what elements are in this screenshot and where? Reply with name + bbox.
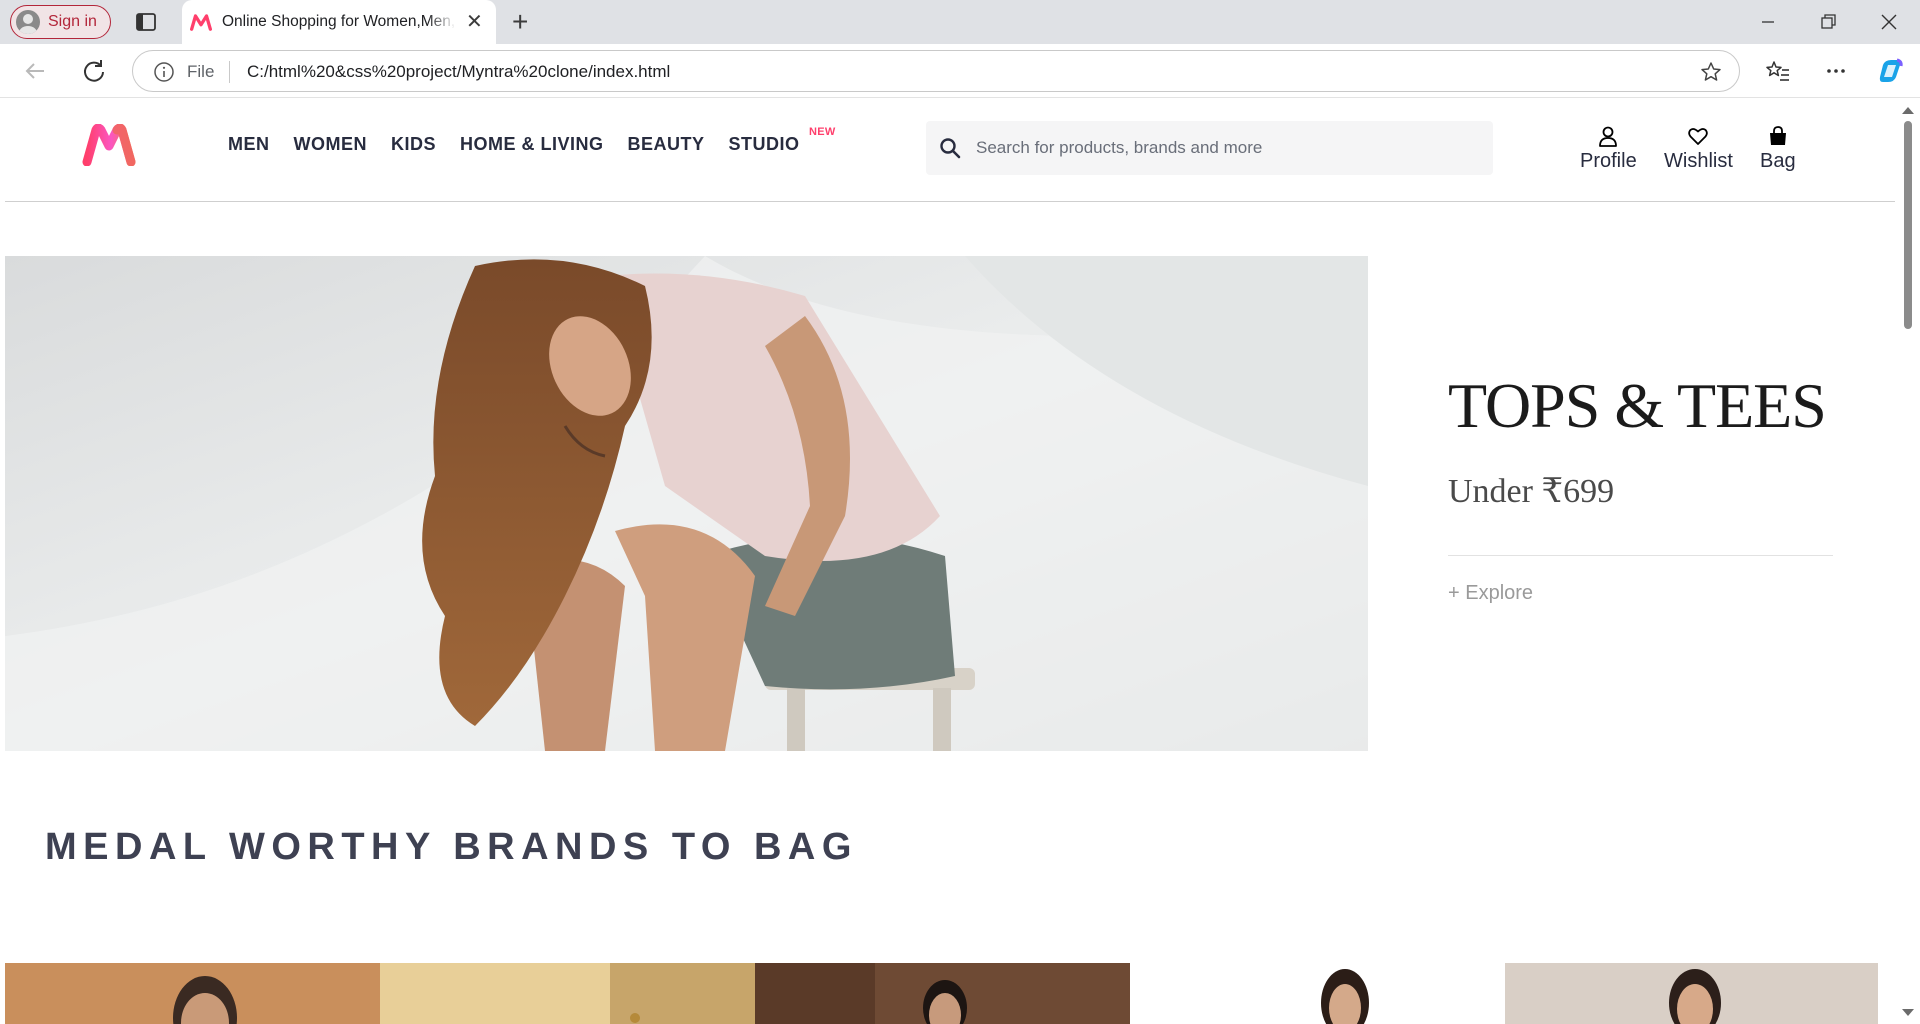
tab-close-icon[interactable]: ✕ [466,12,483,32]
favorite-star-icon[interactable] [1699,60,1723,84]
file-scheme-label: File [187,62,215,81]
site-info-icon[interactable] [153,61,175,83]
hero-title: TOPS & TEES [1448,370,1827,441]
hero-banner-image[interactable] [5,256,1368,751]
more-menu-icon[interactable] [1822,57,1850,85]
hero-promo: TOPS & TEES Under ₹699 + Explore [1448,369,1833,605]
wishlist-heart-icon [1688,128,1709,145]
brand-tile-image [610,963,755,1024]
wishlist-action[interactable]: Wishlist [1664,125,1733,173]
close-window-icon[interactable] [1877,10,1901,34]
wishlist-label: Wishlist [1664,150,1733,172]
product-search [926,121,1493,175]
nav-home-living[interactable]: HOME & LIVING [460,134,604,155]
new-badge: NEW [808,126,836,138]
tab-title: Online Shopping for Women,Men,Kids [222,13,456,30]
profile-action[interactable]: Profile [1580,125,1637,173]
favorites-list-icon[interactable] [1764,57,1792,85]
page-scrollbar[interactable] [1895,99,1920,1024]
profile-icon [1599,126,1618,147]
address-separator [229,61,230,83]
site-header: MEN WOMEN KIDS HOME & LIVING BEAUTY STUD… [5,99,1895,202]
nav-kids[interactable]: KIDS [391,134,436,155]
minimize-icon[interactable] [1756,10,1780,34]
new-tab-icon[interactable]: + [512,8,528,36]
myntra-favicon-icon [190,14,212,31]
scrollbar-thumb[interactable] [1904,121,1912,329]
browser-signin-button[interactable]: Sign in [10,5,111,39]
brand-tile-image [755,963,967,1024]
signin-label: Sign in [48,13,97,30]
profile-label: Profile [1580,150,1637,172]
brand-tile[interactable] [755,963,1130,1024]
main-nav: MEN WOMEN KIDS HOME & LIVING BEAUTY STUD… [228,126,836,155]
bag-icon [1769,126,1786,145]
brand-tile[interactable] [1130,963,1505,1024]
bag-action[interactable]: Bag [1760,125,1796,173]
url-text[interactable]: C:/html%20&css%20project/Myntra%20clone/… [247,62,670,82]
explore-link[interactable]: + Explore [1448,582,1833,605]
profile-avatar-icon [16,10,40,34]
nav-studio-label: STUDIO [728,134,800,154]
hero-photo [5,256,1368,751]
search-input[interactable] [976,138,1476,158]
brand-tile-image [173,976,237,1024]
restore-icon[interactable] [1816,10,1840,34]
nav-studio[interactable]: STUDIO NEW [728,126,836,155]
copilot-icon[interactable] [1877,57,1905,85]
browser-tab-active[interactable]: Online Shopping for Women,Men,Kids ✕ [182,0,496,44]
myntra-logo[interactable] [81,124,137,166]
brand-tile[interactable] [380,963,755,1024]
brand-tile[interactable] [5,963,380,1024]
address-bar[interactable]: File C:/html%20&css%20project/Myntra%20c… [132,50,1740,92]
hero-subtitle: Under ₹699 [1448,473,1615,510]
scroll-up-icon[interactable] [1902,107,1914,114]
search-icon[interactable] [938,136,962,160]
browser-toolbar: File C:/html%20&css%20project/Myntra%20c… [0,44,1920,98]
back-icon[interactable] [22,57,50,85]
tab-actions-icon[interactable] [134,10,158,34]
nav-beauty[interactable]: BEAUTY [628,134,705,155]
browser-tab-strip: Sign in Online Shopping for Women,Men,Ki… [0,0,1920,44]
brand-tiles-row [5,963,1878,1024]
brand-tile-image [1321,969,1369,1024]
hero-divider [1448,555,1833,556]
nav-women[interactable]: WOMEN [294,134,368,155]
scroll-down-icon[interactable] [1902,1009,1914,1016]
bag-label: Bag [1760,150,1796,172]
brand-tile-image [1669,969,1721,1024]
section-heading: MEDAL WORTHY BRANDS TO BAG [45,826,858,868]
brand-tile[interactable] [1505,963,1878,1024]
refresh-icon[interactable] [80,57,108,85]
webpage-viewport: MEN WOMEN KIDS HOME & LIVING BEAUTY STUD… [5,99,1895,1024]
nav-men[interactable]: MEN [228,134,270,155]
